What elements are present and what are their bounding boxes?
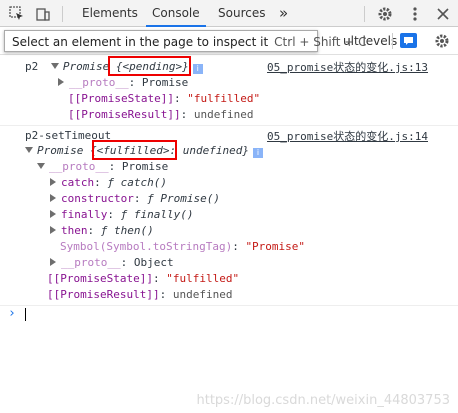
promise-word: Promise <box>37 144 84 157</box>
tab-elements[interactable]: Elements <box>82 0 138 26</box>
expand-triangle-icon[interactable] <box>50 194 56 202</box>
log-label: p2 <box>25 60 39 73</box>
tree-row-method[interactable]: catch: ƒ catch() <box>50 175 167 190</box>
prop-key: __proto__ <box>69 76 129 89</box>
prop-key: __proto__ <box>49 160 109 173</box>
console-prompt-icon: › <box>8 306 16 321</box>
expand-triangle-icon[interactable] <box>25 147 33 153</box>
tree-row-state: [[PromiseState]]: "fulfilled" <box>68 92 261 105</box>
prop-key: __proto__ <box>61 256 121 269</box>
prop-key: [[PromiseResult]] <box>47 288 160 301</box>
inspect-tooltip: Select an element in the page to inspect… <box>4 30 367 52</box>
prop-key: [[PromiseState]] <box>47 272 153 285</box>
toolbar-divider <box>392 33 393 49</box>
expand-triangle-icon[interactable] <box>50 178 56 186</box>
source-link[interactable]: 05_promise状态的变化.js:13 <box>267 59 428 75</box>
toolbar-divider <box>62 6 63 22</box>
expand-triangle-icon[interactable] <box>50 63 59 69</box>
devtools-tabbar: Elements Console Sources » <box>0 0 458 27</box>
messages-icon[interactable] <box>400 33 417 48</box>
toolbar-divider <box>364 6 365 22</box>
source-link[interactable]: 05_promise状态的变化.js:14 <box>267 128 428 144</box>
tree-row-proto[interactable]: __proto__: Promise <box>37 159 168 174</box>
prop-key: [[PromiseResult]] <box>68 108 181 121</box>
tree-row-method[interactable]: finally: ƒ finally() <box>50 207 193 222</box>
tab-sources[interactable]: Sources <box>218 0 265 26</box>
close-icon[interactable] <box>433 4 453 24</box>
log-divider <box>0 125 458 126</box>
prop-value: "fulfilled" <box>166 272 240 285</box>
tree-row-result: [[PromiseResult]]: undefined <box>68 108 254 121</box>
method-value: ƒ finally() <box>120 208 194 221</box>
info-icon[interactable]: i <box>252 148 263 158</box>
expand-triangle-icon[interactable] <box>50 258 56 266</box>
device-toolbar-icon[interactable] <box>33 4 53 24</box>
promise-word[interactable]: Promise <box>63 60 109 73</box>
prop-value: Promise <box>121 160 169 173</box>
prop-value: Promise <box>141 76 189 89</box>
symbol-value: "Promise" <box>245 240 306 253</box>
tooltip-shortcut: Ctrl + Shift + C <box>274 35 367 49</box>
inspect-element-icon[interactable] <box>7 4 27 24</box>
more-tabs-icon[interactable]: » <box>279 0 288 26</box>
tree-row-state: [[PromiseState]]: "fulfilled" <box>47 272 240 285</box>
method-key: finally <box>61 208 108 221</box>
fulfilled-rest: : undefined} <box>169 144 249 157</box>
prop-key: [[PromiseState]] <box>68 92 174 105</box>
method-key: constructor <box>61 192 134 205</box>
method-value: ƒ then() <box>100 224 154 237</box>
tooltip-text: Select an element in the page to inspect… <box>12 35 269 49</box>
console-output: p2 Promise {<pending>} i 05_promise状态的变化.… <box>0 56 458 413</box>
expand-triangle-icon[interactable] <box>50 210 56 218</box>
prop-value: "fulfilled" <box>187 92 261 105</box>
method-key: catch <box>61 176 95 189</box>
method-key: then <box>61 224 88 237</box>
tab-console[interactable]: Console <box>146 0 206 27</box>
method-value: ƒ Promise() <box>147 192 220 205</box>
expand-triangle-icon[interactable] <box>37 163 45 169</box>
symbol-key: Symbol(Symbol.toStringTag) <box>60 240 233 253</box>
highlight-box <box>92 140 177 160</box>
info-icon[interactable]: i <box>192 64 203 74</box>
tree-row-method[interactable]: constructor: ƒ Promise() <box>50 191 220 206</box>
watermark: https://blog.csdn.net/weixin_44803753 <box>196 393 450 408</box>
prop-value: Object <box>133 256 174 269</box>
prop-value: undefined <box>172 288 233 301</box>
prop-value: undefined <box>193 108 254 121</box>
tree-row-proto[interactable]: __proto__: Promise <box>58 75 188 90</box>
expand-triangle-icon[interactable] <box>50 226 56 234</box>
tree-row-inner-proto[interactable]: __proto__: Object <box>50 255 174 270</box>
console-settings-gear-icon[interactable] <box>432 31 452 51</box>
tree-row-symbol: Symbol(Symbol.toStringTag): "Promise" <box>60 240 306 253</box>
tree-row-method[interactable]: then: ƒ then() <box>50 223 154 238</box>
log-divider <box>0 305 458 306</box>
tree-row-result: [[PromiseResult]]: undefined <box>47 288 233 301</box>
method-value: ƒ catch() <box>107 176 167 189</box>
gear-icon[interactable] <box>375 4 395 24</box>
console-input-caret[interactable] <box>25 308 26 321</box>
expand-triangle-icon[interactable] <box>58 78 64 86</box>
highlight-box <box>108 56 191 76</box>
more-options-icon[interactable] <box>405 4 425 24</box>
